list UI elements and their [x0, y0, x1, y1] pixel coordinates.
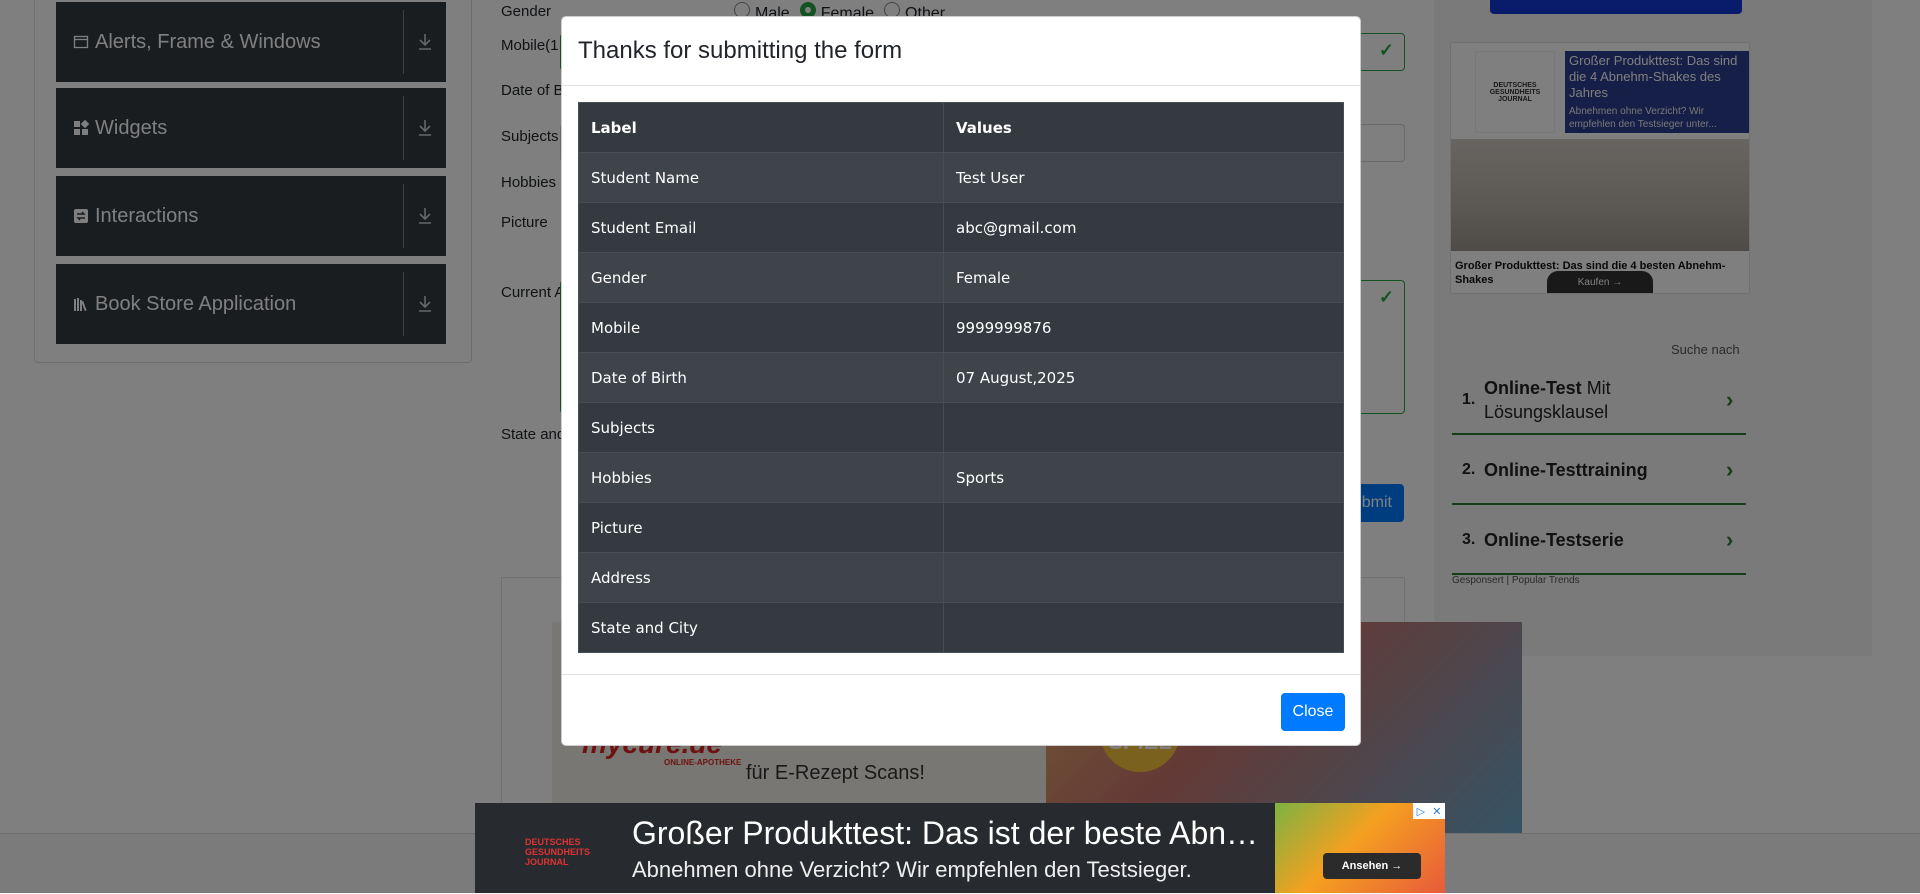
close-button[interactable]: Close [1281, 693, 1345, 731]
table-row: Gender Female [578, 252, 1344, 303]
ad-ansehen-button[interactable]: Ansehen → [1323, 853, 1421, 879]
table-row: State and City [578, 602, 1344, 653]
table-row: Date of Birth 07 August,2025 [578, 352, 1344, 403]
row-label: Subjects [578, 402, 944, 453]
row-label: Student Email [578, 202, 944, 253]
row-value [943, 502, 1344, 553]
row-label: Address [578, 552, 944, 603]
modal-header: Thanks for submitting the form [562, 17, 1360, 86]
row-value [943, 602, 1344, 653]
row-label: Date of Birth [578, 352, 944, 403]
table-row: Picture [578, 502, 1344, 553]
row-value: Sports [943, 452, 1344, 503]
table-row: Student Name Test User [578, 152, 1344, 203]
row-value [943, 552, 1344, 603]
results-table: Label Values Student Name Test User Stude… [578, 102, 1344, 653]
bottom-ad-title[interactable]: Großer Produkttest: Das ist der beste Ab… [632, 815, 1272, 852]
row-label: Picture [578, 502, 944, 553]
row-value: abc@gmail.com [943, 202, 1344, 253]
row-label: Mobile [578, 302, 944, 353]
close-icon[interactable]: ✕ [1432, 805, 1441, 818]
column-header-values: Values [943, 102, 1344, 153]
table-row: Subjects [578, 402, 1344, 453]
modal-footer: Close [562, 674, 1360, 746]
row-value: Test User [943, 152, 1344, 203]
row-label: Gender [578, 252, 944, 303]
table-header-row: Label Values [578, 102, 1344, 153]
row-value: 9999999876 [943, 302, 1344, 353]
modal-body: Label Values Student Name Test User Stude… [578, 102, 1344, 653]
modal-title: Thanks for submitting the form [578, 37, 903, 64]
table-row: Student Email abc@gmail.com [578, 202, 1344, 253]
row-label: Hobbies [578, 452, 944, 503]
submission-modal: Thanks for submitting the form Label Val… [561, 16, 1361, 746]
row-value: 07 August,2025 [943, 352, 1344, 403]
adchoices-icon[interactable]: ▷ [1417, 805, 1425, 818]
row-label: Student Name [578, 152, 944, 203]
row-value [943, 402, 1344, 453]
ad-close-icon[interactable]: ▷ ✕ [1413, 803, 1445, 819]
table-row: Mobile 9999999876 [578, 302, 1344, 353]
row-value: Female [943, 252, 1344, 303]
table-row: Address [578, 552, 1344, 603]
ad-logo: DEUTSCHES GESUNDHEITS JOURNAL [525, 837, 591, 867]
bottom-ad-banner[interactable]: DEUTSCHES GESUNDHEITS JOURNAL Großer Pro… [475, 803, 1445, 893]
row-label: State and City [578, 602, 944, 653]
page: Alerts, Frame & Windows Widgets Interact… [0, 0, 1920, 894]
bottom-ad-subtitle: Abnehmen ohne Verzicht? Wir empfehlen de… [632, 857, 1192, 882]
table-row: Hobbies Sports [578, 452, 1344, 503]
column-header-label: Label [578, 102, 944, 153]
